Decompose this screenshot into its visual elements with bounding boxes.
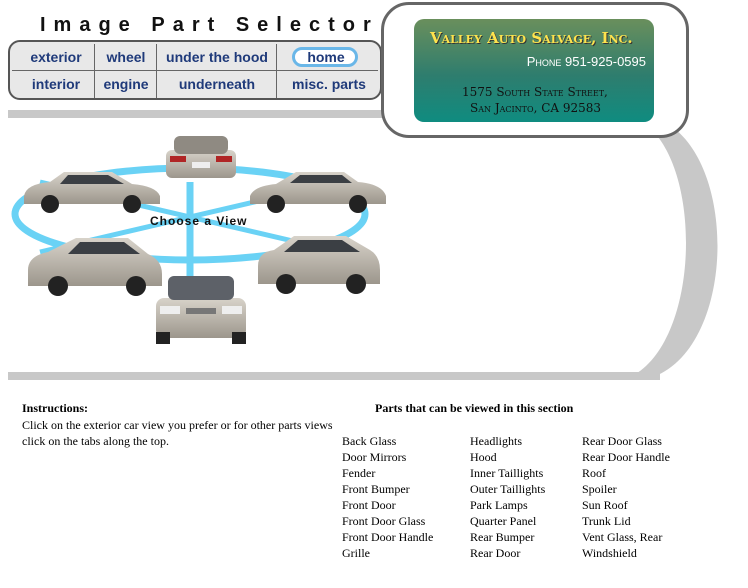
part-item: Rear Door Glass xyxy=(582,434,662,448)
tab-home[interactable]: home xyxy=(278,44,374,70)
nav-divider xyxy=(156,44,157,98)
logo-address-line1: 1575 South State Street, xyxy=(462,85,608,99)
part-item: Outer Taillights xyxy=(470,482,546,496)
company-logo[interactable]: Valley Auto Salvage, Inc. Phone 951-925-… xyxy=(414,19,654,122)
part-item: Rear Door Handle xyxy=(582,450,670,464)
car-view-rear-left-quarter[interactable] xyxy=(258,236,380,294)
car-view-front[interactable] xyxy=(156,276,246,344)
car-view-rear[interactable] xyxy=(166,136,236,178)
parts-column-2: Headlights Hood Inner Taillights Outer T… xyxy=(470,433,545,561)
tab-underneath[interactable]: underneath xyxy=(158,71,276,97)
nav-divider xyxy=(94,44,95,98)
part-item: Trunk Lid xyxy=(582,514,631,528)
tab-wheel[interactable]: wheel xyxy=(96,44,156,70)
part-item: Door Mirrors xyxy=(342,450,407,464)
part-item: Front Door Handle xyxy=(342,530,434,544)
part-item: Front Bumper xyxy=(342,482,410,496)
part-item: Vent Glass, Rear xyxy=(582,530,663,544)
nav-divider xyxy=(276,44,277,98)
part-item: Back Glass xyxy=(342,434,397,448)
tab-engine[interactable]: engine xyxy=(96,71,156,97)
part-item: Front Door Glass xyxy=(342,514,426,528)
car-view-front-left-quarter[interactable] xyxy=(24,172,160,213)
tab-misc-parts[interactable]: misc. parts xyxy=(278,71,380,97)
logo-company-name: Valley Auto Salvage, Inc. xyxy=(430,29,633,47)
part-item: Roof xyxy=(582,466,606,480)
page-title: Image Part Selector xyxy=(40,14,379,36)
parts-column-3: Rear Door Glass Rear Door Handle Roof Sp… xyxy=(582,433,670,561)
car-view-rear-right-quarter[interactable] xyxy=(250,172,386,213)
parts-column-1: Back Glass Door Mirrors Fender Front Bum… xyxy=(342,433,433,561)
part-item: Fender xyxy=(342,466,376,480)
footer-band xyxy=(8,372,660,380)
part-item: Rear Bumper xyxy=(470,530,535,544)
part-item: Hood xyxy=(470,450,497,464)
instructions-body: Click on the exterior car view you prefe… xyxy=(22,418,333,448)
tab-interior[interactable]: interior xyxy=(18,71,94,97)
part-item: Spoiler xyxy=(582,482,617,496)
part-item: Park Lamps xyxy=(470,498,528,512)
part-item: Sun Roof xyxy=(582,498,628,512)
tab-exterior[interactable]: exterior xyxy=(18,44,94,70)
part-item: Front Door xyxy=(342,498,396,512)
part-item: Headlights xyxy=(470,434,522,448)
part-item: Quarter Panel xyxy=(470,514,537,528)
tab-under-the-hood[interactable]: under the hood xyxy=(158,44,276,70)
part-item: Windshield xyxy=(582,546,637,560)
choose-view-label: Choose a View xyxy=(150,214,248,228)
logo-address-line2: San Jacinto, CA 92583 xyxy=(470,101,602,115)
car-view-front-right-quarter[interactable] xyxy=(28,238,162,296)
part-item: Grille xyxy=(342,546,370,560)
part-item: Rear Door xyxy=(470,546,521,560)
logo-phone: Phone 951-925-0595 xyxy=(526,54,646,69)
nav-tabs: exterior wheel under the hood home inter… xyxy=(8,40,382,100)
parts-heading: Parts that can be viewed in this section xyxy=(375,401,574,415)
instructions-heading: Instructions: xyxy=(22,401,89,415)
part-item: Inner Taillights xyxy=(470,466,544,480)
car-view-selector xyxy=(11,136,386,344)
